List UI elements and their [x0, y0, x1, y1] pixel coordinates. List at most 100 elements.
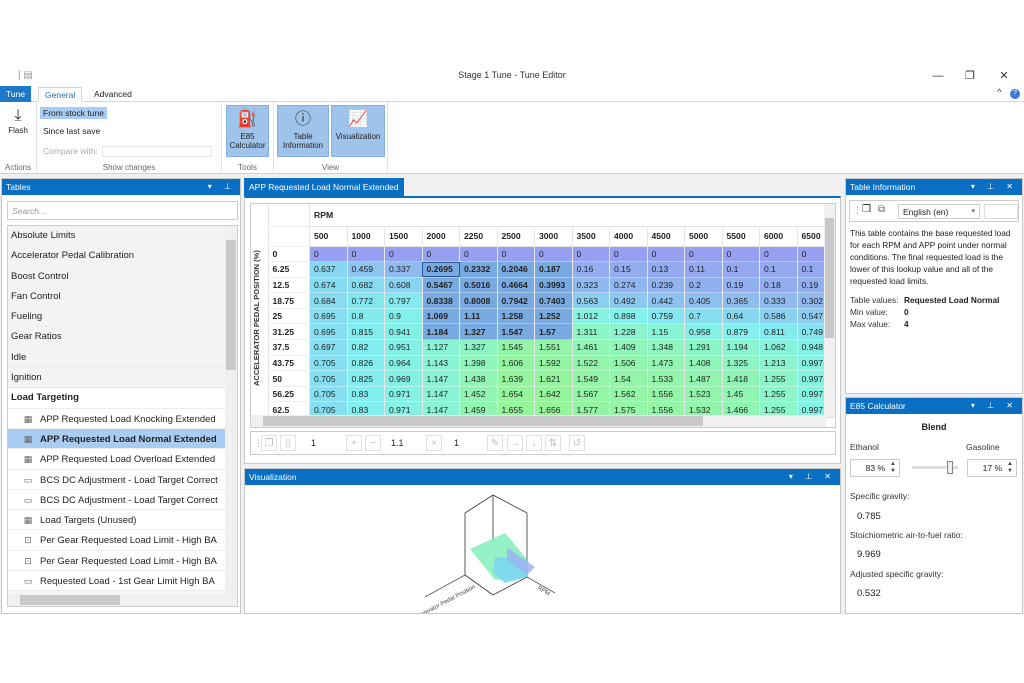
table-cell[interactable]: 1.487: [684, 370, 723, 387]
table-cell[interactable]: 0.772: [347, 292, 385, 309]
table-cell[interactable]: 0.459: [347, 261, 385, 278]
set-value-input[interactable]: 1: [454, 438, 459, 448]
panel-controls-icons[interactable]: ▾ ⊥ ✕: [971, 398, 1018, 414]
table-cell[interactable]: 0.951: [384, 339, 423, 356]
copy-icon[interactable]: ❐: [862, 204, 871, 215]
flash-button[interactable]: ⤓ Flash: [3, 106, 33, 135]
tree-category-item[interactable]: Ignition: [8, 368, 226, 389]
from-stock-tune-option[interactable]: From stock tune: [40, 107, 107, 119]
table-cell[interactable]: 0.637: [309, 261, 348, 278]
interpolate-right-icon[interactable]: →: [507, 435, 523, 451]
pencil-icon[interactable]: ✎: [487, 435, 503, 451]
table-cell[interactable]: 1.642: [534, 386, 573, 403]
table-cell[interactable]: 1.327: [459, 323, 498, 341]
table-list-item[interactable]: ▦ APP Requested Load Knocking Extended: [8, 408, 226, 429]
table-cell[interactable]: 0.7942: [497, 292, 535, 309]
table-information-button[interactable]: ⓘ Table Information: [277, 105, 329, 157]
table-cell[interactable]: 0.64: [722, 308, 760, 325]
table-cell[interactable]: 1.545: [497, 339, 535, 356]
table-cell[interactable]: 0: [422, 246, 460, 263]
table-cell[interactable]: 1.184: [422, 323, 460, 341]
table-cell[interactable]: 0.323: [572, 277, 610, 294]
table-cell[interactable]: 1.452: [459, 386, 498, 403]
rpm-column-header[interactable]: 1000: [347, 226, 385, 247]
table-cell[interactable]: 0.7: [684, 308, 723, 325]
table-cell[interactable]: 0: [309, 246, 348, 263]
table-cell[interactable]: 0.274: [609, 277, 648, 294]
table-list-item[interactable]: ▭ Requested Load - 1st Gear Limit High BA: [8, 571, 226, 592]
interpolate-down-icon[interactable]: ↓: [526, 435, 542, 451]
table-cell[interactable]: 1.147: [422, 386, 460, 403]
rpm-column-header[interactable]: 2500: [497, 226, 535, 247]
table-cell[interactable]: 0.239: [647, 277, 685, 294]
copy-icon[interactable]: ❐: [261, 435, 277, 451]
table-cell[interactable]: 1.562: [609, 386, 648, 403]
table-cell[interactable]: 0.83: [347, 386, 385, 403]
panel-controls-icons[interactable]: ▾ ⊥ ✕: [971, 179, 1018, 195]
undo-icon[interactable]: ↺: [569, 435, 585, 451]
grid-vertical-scrollbar[interactable]: [824, 204, 835, 417]
table-cell[interactable]: 0: [459, 246, 498, 263]
table-cell[interactable]: 0.8338: [422, 292, 460, 309]
compare-with-select[interactable]: [101, 146, 212, 158]
table-cell[interactable]: 1.473: [647, 355, 685, 372]
table-cell[interactable]: 1.506: [609, 355, 648, 372]
app-row-header[interactable]: 25: [268, 308, 311, 325]
tree-category-item[interactable]: Accelerator Pedal Calibration: [8, 246, 226, 267]
table-cell[interactable]: 1.255: [759, 386, 798, 403]
table-cell[interactable]: 0.1: [759, 261, 798, 278]
table-cell[interactable]: 0: [534, 246, 573, 263]
table-cell[interactable]: 0.4664: [497, 277, 535, 294]
table-cell[interactable]: 1.252: [534, 308, 573, 325]
table-cell[interactable]: 1.567: [572, 386, 610, 403]
panel-controls-icons[interactable]: ▾ ⊥ ✕: [789, 469, 836, 485]
table-cell[interactable]: 0.684: [309, 292, 348, 309]
table-cell[interactable]: 0.879: [722, 323, 760, 341]
table-cell[interactable]: 1.45: [722, 386, 760, 403]
table-cell[interactable]: 0.82: [347, 339, 385, 356]
rpm-column-header[interactable]: 5500: [722, 226, 760, 247]
minimize-button[interactable]: —: [928, 68, 948, 84]
table-cell[interactable]: 0.697: [309, 339, 348, 356]
table-cell[interactable]: 1.194: [722, 339, 760, 356]
table-cell[interactable]: 0.563: [572, 292, 610, 309]
tab-tune[interactable]: Tune: [0, 86, 32, 102]
spinner-arrows-icon[interactable]: ▲ ▼: [1007, 461, 1013, 475]
table-cell[interactable]: 0.969: [384, 370, 423, 387]
rpm-column-header[interactable]: 3500: [572, 226, 610, 247]
table-cell[interactable]: 0.5467: [422, 277, 460, 294]
table-cell[interactable]: 0.15: [609, 261, 648, 278]
table-cell[interactable]: 1.551: [534, 339, 573, 356]
spinner-arrows-icon[interactable]: ▲ ▼: [890, 461, 896, 475]
table-cell[interactable]: 0.16: [572, 261, 610, 278]
interpolate-both-icon[interactable]: ⇅: [545, 435, 561, 451]
table-cell[interactable]: 0.7403: [534, 292, 573, 309]
table-cell[interactable]: 0.333: [759, 292, 798, 309]
table-cell[interactable]: 0.958: [684, 323, 723, 341]
rpm-column-header[interactable]: 2250: [459, 226, 498, 247]
tree-group-load-targeting[interactable]: Load Targeting: [8, 388, 226, 409]
tree-horizontal-scrollbar[interactable]: [8, 594, 237, 606]
table-cell[interactable]: 0.3993: [534, 277, 573, 294]
table-cell[interactable]: 0.1: [722, 261, 760, 278]
collapse-ribbon-icon[interactable]: ^: [997, 87, 1001, 97]
table-list-item[interactable]: ▦ APP Requested Load Normal Extended: [8, 428, 226, 450]
rpm-column-header[interactable]: 1500: [384, 226, 423, 247]
app-row-header[interactable]: 56.25: [268, 386, 311, 403]
app-row-header[interactable]: 31.25: [268, 323, 311, 341]
table-cell[interactable]: 0.826: [347, 355, 385, 372]
add-button[interactable]: +: [346, 435, 362, 451]
table-cell[interactable]: 0.759: [647, 308, 685, 325]
table-cell[interactable]: 0.608: [384, 277, 423, 294]
table-cell[interactable]: 0.442: [647, 292, 685, 309]
tables-search-input[interactable]: Search...: [7, 201, 238, 220]
table-cell[interactable]: 1.547: [497, 323, 535, 341]
table-cell[interactable]: 0.797: [384, 292, 423, 309]
table-cell[interactable]: 1.556: [647, 386, 685, 403]
paste-icon[interactable]: ▯: [280, 435, 296, 451]
table-cell[interactable]: 0.815: [347, 323, 385, 341]
table-cell[interactable]: 0.825: [347, 370, 385, 387]
document-tab-app-requested-load-normal[interactable]: APP Requested Load Normal Extended: [244, 178, 404, 196]
visualization-button[interactable]: 📈 Visualization: [331, 105, 385, 157]
table-cell[interactable]: 0.2: [684, 277, 723, 294]
